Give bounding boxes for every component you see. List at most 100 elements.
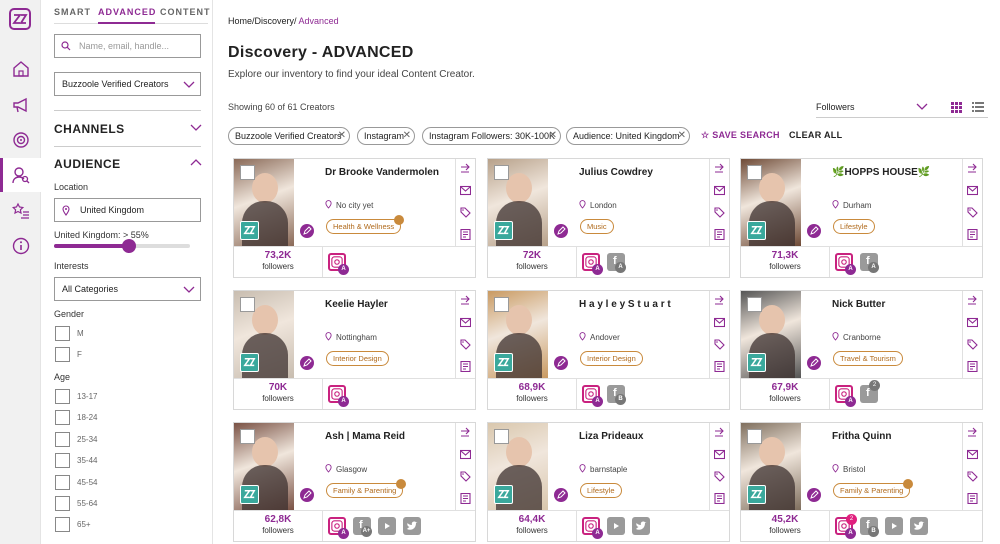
- tag-icon[interactable]: [460, 471, 471, 482]
- share-arrow-icon[interactable]: [714, 295, 725, 306]
- select-checkbox[interactable]: [240, 429, 255, 444]
- instagram-icon[interactable]: A: [835, 385, 856, 407]
- tag-icon[interactable]: [967, 339, 978, 350]
- close-icon[interactable]: ✕: [403, 128, 411, 144]
- list-view-icon[interactable]: [972, 102, 984, 113]
- edit-icon[interactable]: [554, 224, 568, 238]
- notes-icon[interactable]: [714, 361, 725, 372]
- instagram-icon[interactable]: A: [582, 385, 603, 407]
- share-arrow-icon[interactable]: [460, 427, 471, 438]
- edit-icon[interactable]: [807, 488, 821, 502]
- creator-card[interactable]: Fritha Quinn Bristol Family & Parenting 45,…: [740, 422, 983, 542]
- instagram-icon[interactable]: A: [582, 253, 603, 275]
- filter-chip[interactable]: Buzzoole Verified Creators ✕: [228, 127, 350, 145]
- share-arrow-icon[interactable]: [967, 295, 978, 306]
- creator-card[interactable]: Nick Butter Cranborne Travel & Tourism 67,9…: [740, 290, 983, 410]
- edit-icon[interactable]: [300, 356, 314, 370]
- creator-card[interactable]: Dr Brooke Vandermolen No city yet Health &…: [233, 158, 476, 278]
- location-input[interactable]: United Kingdom: [54, 198, 201, 222]
- creator-card[interactable]: H a y l e y S t u a r t Andover Interior D…: [487, 290, 730, 410]
- creator-name[interactable]: 🌿HOPPS HOUSE🌿: [832, 167, 930, 178]
- gender-f-checkbox[interactable]: [55, 347, 70, 362]
- select-checkbox[interactable]: [240, 297, 255, 312]
- mail-icon[interactable]: [967, 449, 978, 460]
- target-icon[interactable]: [12, 131, 30, 149]
- tag-icon[interactable]: [714, 471, 725, 482]
- sort-select[interactable]: Followers: [816, 96, 988, 118]
- close-icon[interactable]: ✕: [678, 128, 686, 144]
- mail-icon[interactable]: [714, 317, 725, 328]
- share-arrow-icon[interactable]: [967, 427, 978, 438]
- tab-advanced[interactable]: ADVANCED: [98, 7, 156, 17]
- more-categories-icon[interactable]: [396, 479, 407, 489]
- edit-icon[interactable]: [300, 488, 314, 502]
- notes-icon[interactable]: [967, 493, 978, 504]
- share-arrow-icon[interactable]: [460, 295, 471, 306]
- mail-icon[interactable]: [460, 185, 471, 196]
- youtube-icon[interactable]: [607, 517, 625, 535]
- twitter-icon[interactable]: [910, 517, 928, 535]
- mail-icon[interactable]: [967, 185, 978, 196]
- chevron-down-icon[interactable]: [190, 124, 202, 132]
- channels-heading[interactable]: CHANNELS: [54, 122, 125, 136]
- creator-card[interactable]: Keelie Hayler Nottingham Interior Design 70…: [233, 290, 476, 410]
- favorites-list-icon[interactable]: [12, 202, 30, 220]
- creator-card[interactable]: Julius Cowdrey London Music 72K followers Af A: [487, 158, 730, 278]
- creator-name[interactable]: Dr Brooke Vandermolen: [325, 167, 439, 178]
- tab-smart[interactable]: SMART: [54, 7, 91, 17]
- edit-icon[interactable]: [554, 488, 568, 502]
- facebook-icon[interactable]: f2: [860, 380, 880, 403]
- info-icon[interactable]: [12, 237, 30, 255]
- mail-icon[interactable]: [460, 449, 471, 460]
- tag-icon[interactable]: [714, 207, 725, 218]
- save-search-button[interactable]: ☆ SAVE SEARCH: [701, 130, 780, 141]
- select-checkbox[interactable]: [494, 297, 509, 312]
- creator-name[interactable]: Ash | Mama Reid: [325, 431, 405, 442]
- creator-type-select[interactable]: Buzzoole Verified Creators: [54, 72, 201, 96]
- notes-icon[interactable]: [460, 493, 471, 504]
- notes-icon[interactable]: [714, 229, 725, 240]
- facebook-icon[interactable]: fB: [607, 385, 626, 405]
- instagram-icon[interactable]: A: [835, 253, 856, 275]
- edit-icon[interactable]: [554, 356, 568, 370]
- age-checkbox[interactable]: [55, 431, 70, 447]
- share-arrow-icon[interactable]: [460, 163, 471, 174]
- age-checkbox[interactable]: [55, 453, 70, 469]
- age-checkbox[interactable]: [55, 389, 70, 404]
- select-checkbox[interactable]: [494, 429, 509, 444]
- notes-icon[interactable]: [967, 229, 978, 240]
- megaphone-icon[interactable]: [12, 96, 30, 114]
- edit-icon[interactable]: [300, 224, 314, 238]
- instagram-icon[interactable]: A: [328, 385, 349, 407]
- tag-icon[interactable]: [967, 471, 978, 482]
- facebook-icon[interactable]: fB: [860, 517, 879, 537]
- close-icon[interactable]: ✕: [549, 128, 557, 144]
- youtube-icon[interactable]: [885, 517, 903, 535]
- audience-heading[interactable]: AUDIENCE: [54, 157, 121, 171]
- notes-icon[interactable]: [460, 229, 471, 240]
- edit-icon[interactable]: [807, 356, 821, 370]
- instagram-icon[interactable]: A: [328, 517, 349, 539]
- notes-icon[interactable]: [714, 493, 725, 504]
- creator-name[interactable]: Nick Butter: [832, 299, 885, 310]
- filter-chip[interactable]: Instagram ✕: [357, 127, 415, 145]
- select-checkbox[interactable]: [494, 165, 509, 180]
- instagram-icon[interactable]: A: [582, 517, 603, 539]
- age-checkbox[interactable]: [55, 410, 70, 426]
- more-categories-icon[interactable]: [394, 215, 405, 225]
- tag-icon[interactable]: [460, 207, 471, 218]
- more-categories-icon[interactable]: [903, 479, 914, 489]
- user-search-icon[interactable]: [12, 166, 30, 184]
- tab-content[interactable]: CONTENT: [160, 7, 211, 17]
- facebook-icon[interactable]: fA: [860, 253, 879, 273]
- close-icon[interactable]: ✕: [338, 128, 346, 144]
- creator-name[interactable]: Liza Prideaux: [579, 431, 643, 442]
- age-checkbox[interactable]: [55, 517, 70, 533]
- mail-icon[interactable]: [967, 317, 978, 328]
- age-checkbox[interactable]: [55, 496, 70, 511]
- tag-icon[interactable]: [714, 339, 725, 350]
- share-arrow-icon[interactable]: [967, 163, 978, 174]
- creator-card[interactable]: Liza Prideaux barnstaple Lifestyle 64,4K fol…: [487, 422, 730, 542]
- facebook-icon[interactable]: fA: [607, 253, 626, 273]
- select-checkbox[interactable]: [747, 165, 762, 180]
